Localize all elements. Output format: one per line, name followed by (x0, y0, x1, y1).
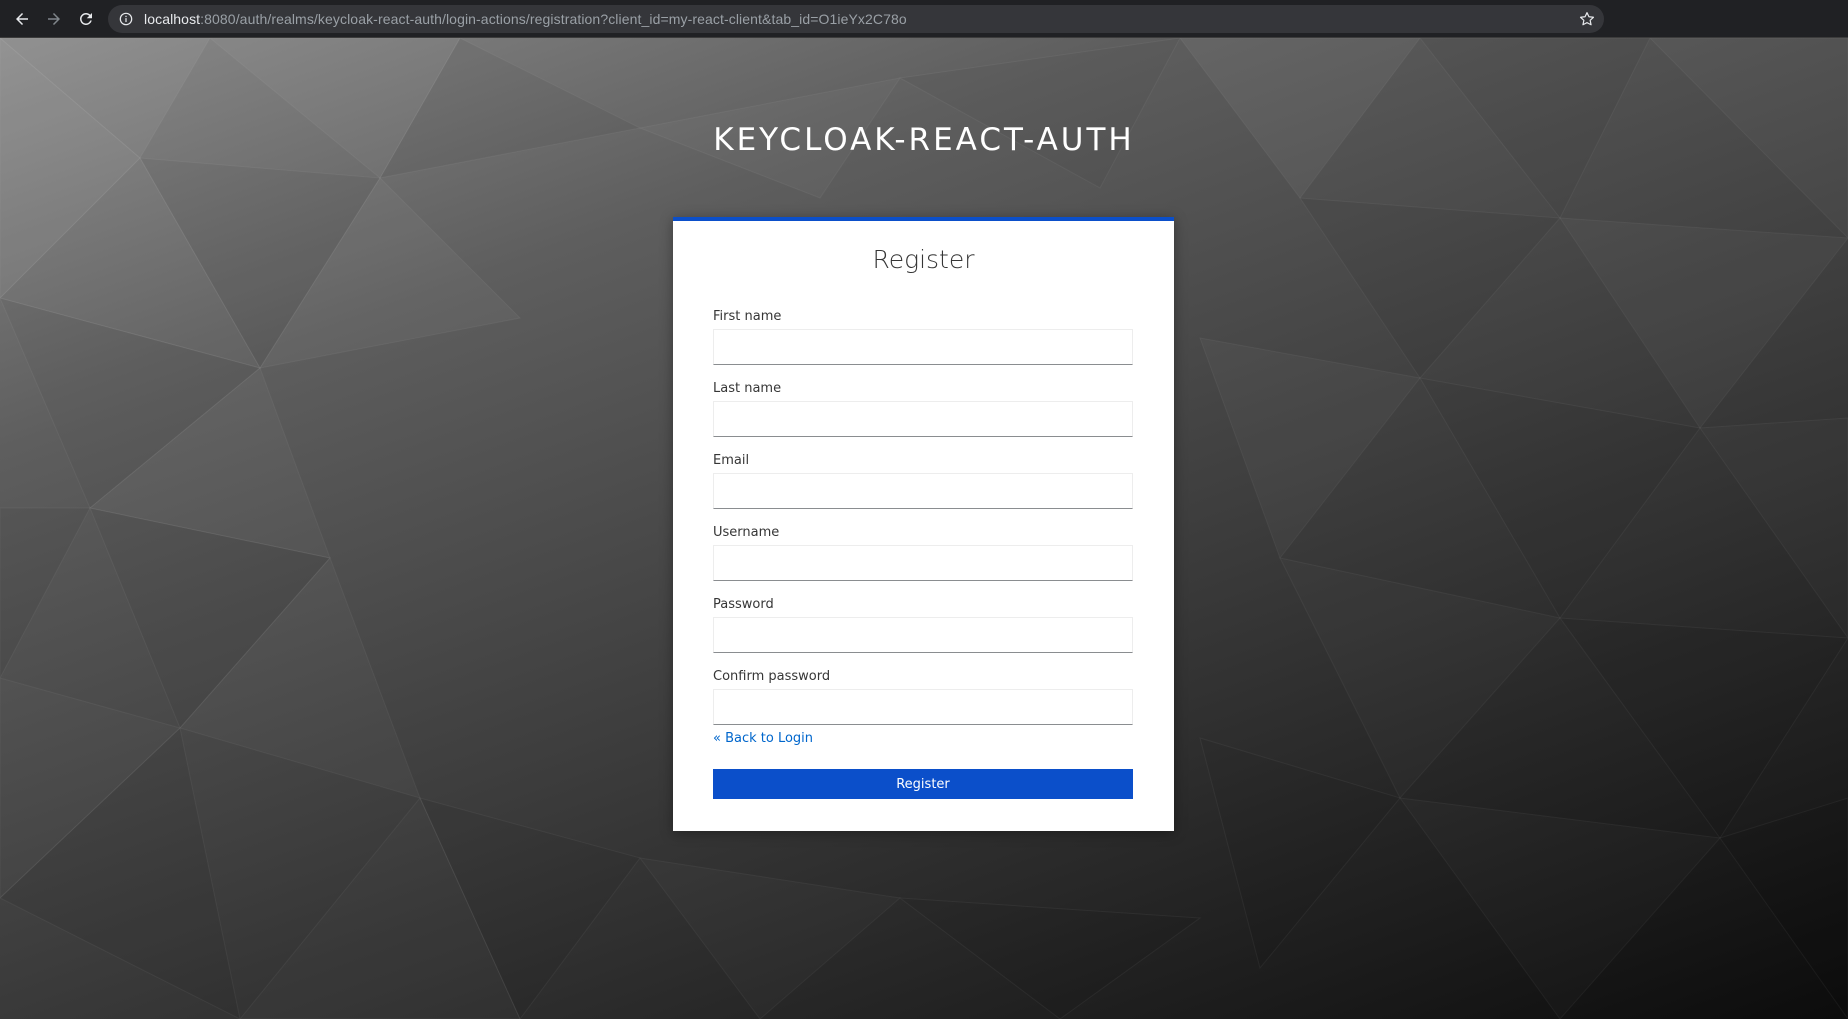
confirm-password-input[interactable] (713, 689, 1133, 725)
first-name-label: First name (713, 309, 782, 324)
email-label: Email (713, 453, 750, 468)
username-group: Username (713, 525, 1133, 581)
confirm-password-label: Confirm password (713, 669, 831, 684)
forward-button[interactable] (38, 3, 70, 35)
email-input[interactable] (713, 473, 1133, 509)
browser-toolbar: localhost:8080/auth/realms/keycloak-reac… (0, 0, 1848, 38)
address-bar[interactable]: localhost:8080/auth/realms/keycloak-reac… (108, 5, 1604, 33)
registration-card: Register First name Last name Email User… (673, 217, 1174, 831)
login-page-background: KEYCLOAK-REACT-AUTH Register First name … (0, 38, 1848, 1019)
email-group: Email (713, 453, 1133, 509)
confirm-password-group: Confirm password (713, 669, 1133, 725)
url-host: localhost (144, 11, 201, 27)
reload-icon (79, 12, 92, 25)
password-input[interactable] (713, 617, 1133, 653)
arrow-right-icon (48, 12, 60, 25)
back-to-login-link[interactable]: « Back to Login (713, 731, 813, 746)
url-path: :8080/auth/realms/keycloak-react-auth/lo… (200, 11, 907, 27)
first-name-group: First name (713, 309, 1133, 365)
register-button[interactable]: Register (713, 769, 1133, 799)
last-name-input[interactable] (713, 401, 1133, 437)
reload-button[interactable] (70, 3, 102, 35)
back-button[interactable] (6, 3, 38, 35)
password-group: Password (713, 597, 1133, 653)
first-name-input[interactable] (713, 329, 1133, 365)
realm-title: KEYCLOAK-REACT-AUTH (713, 122, 1135, 158)
star-icon[interactable] (1578, 10, 1596, 28)
arrow-left-icon (16, 12, 28, 25)
last-name-label: Last name (713, 381, 782, 396)
form-title: Register (872, 245, 975, 274)
username-label: Username (713, 525, 780, 540)
password-label: Password (713, 597, 774, 612)
info-icon[interactable] (118, 11, 134, 27)
username-input[interactable] (713, 545, 1133, 581)
url-text: localhost:8080/auth/realms/keycloak-reac… (144, 11, 907, 27)
last-name-group: Last name (713, 381, 1133, 437)
